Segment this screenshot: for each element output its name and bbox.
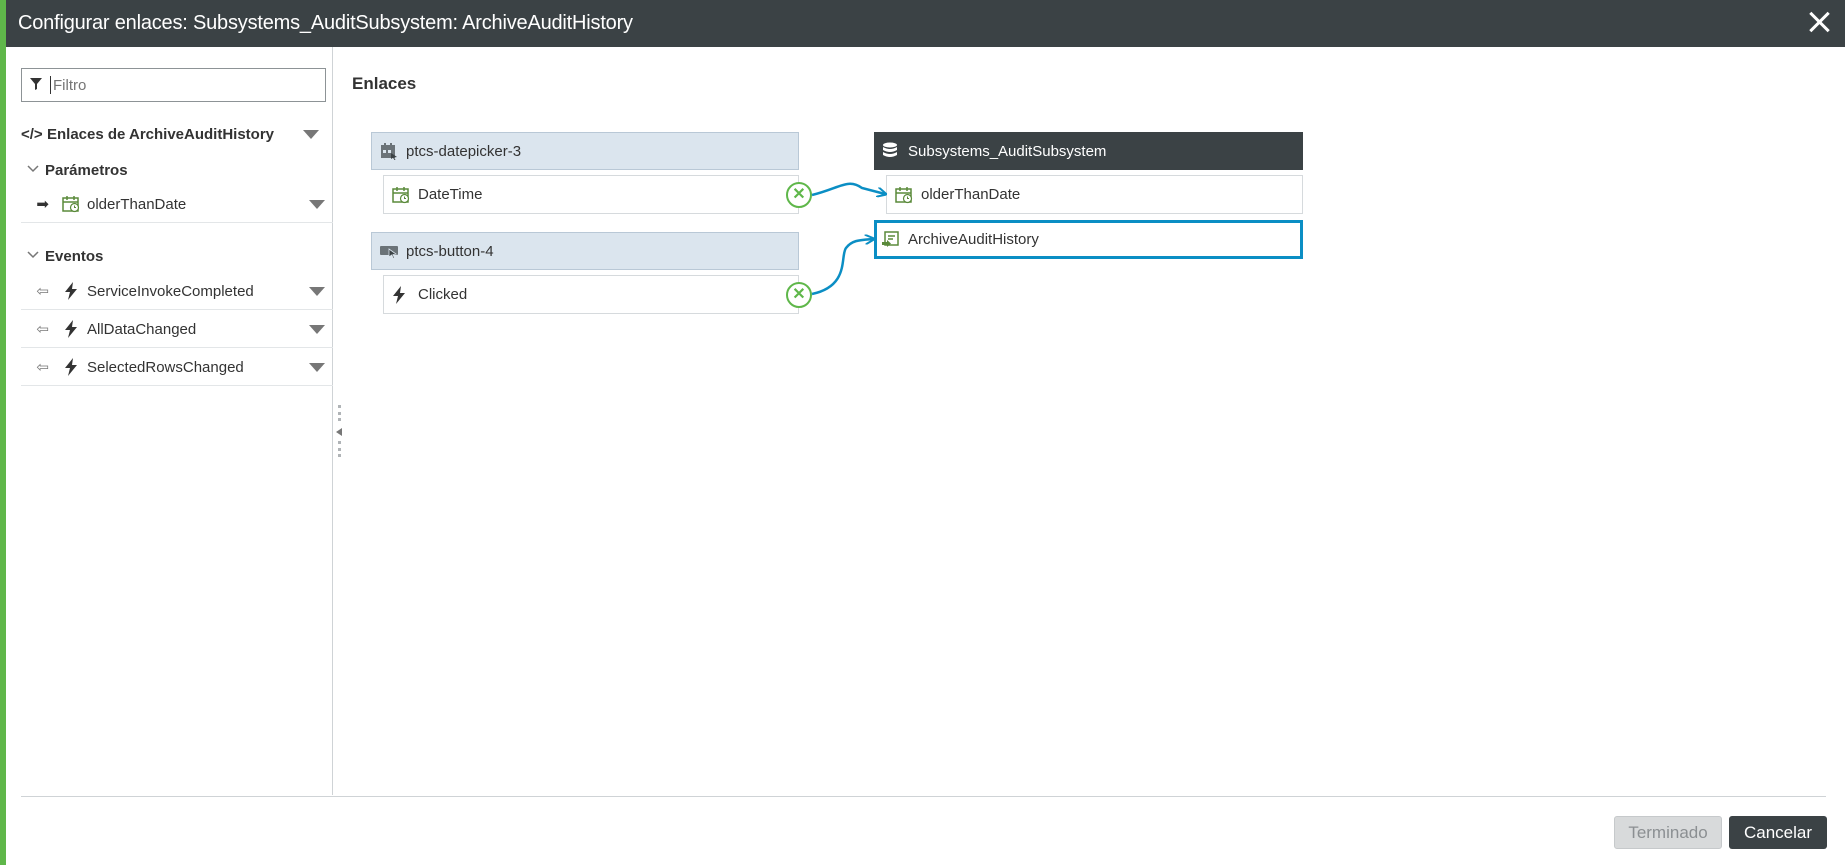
lightning-icon bbox=[59, 320, 83, 338]
lightning-icon bbox=[392, 285, 418, 304]
database-icon bbox=[882, 142, 908, 160]
event-row-serviceinvokecompleted[interactable]: ⇦ ServiceInvokeCompleted bbox=[21, 273, 333, 310]
dropdown-triangle-icon[interactable] bbox=[309, 363, 325, 372]
dropdown-triangle-icon[interactable] bbox=[303, 130, 319, 139]
event-row-alldatachanged[interactable]: ⇦ AllDataChanged bbox=[21, 311, 333, 348]
source-property-datetime[interactable]: DateTime bbox=[383, 175, 799, 214]
arrow-left-icon: ⇦ bbox=[36, 359, 49, 376]
dropdown-triangle-icon[interactable] bbox=[309, 200, 325, 209]
target-entity-header: Subsystems_AuditSubsystem bbox=[874, 132, 1303, 170]
dialog-title: Configurar enlaces: Subsystems_AuditSubs… bbox=[18, 12, 633, 34]
arrow-left-icon: ⇦ bbox=[36, 321, 49, 338]
target-entity-name: Subsystems_AuditSubsystem bbox=[908, 142, 1107, 160]
arrow-left-icon: ⇦ bbox=[36, 283, 49, 300]
footer-divider bbox=[21, 796, 1826, 797]
filter-box[interactable] bbox=[21, 68, 326, 102]
source-widget-name: ptcs-button-4 bbox=[406, 242, 494, 260]
target-service-archiveaudithistory[interactable]: ArchiveAuditHistory bbox=[874, 220, 1303, 259]
param-label: olderThanDate bbox=[87, 195, 187, 213]
event-label: ServiceInvokeCompleted bbox=[87, 282, 254, 300]
dropdown-triangle-icon[interactable] bbox=[309, 287, 325, 296]
source-widget-button[interactable]: ptcs-button-4 bbox=[371, 232, 799, 270]
bindings-tree-title: Enlaces de ArchiveAuditHistory bbox=[47, 125, 275, 143]
target-param-olderthandate[interactable]: olderThanDate bbox=[886, 175, 1303, 214]
datepicker-widget-icon bbox=[380, 142, 406, 160]
lightning-icon bbox=[59, 358, 83, 376]
source-event-clicked[interactable]: Clicked bbox=[383, 275, 799, 314]
event-label: SelectedRowsChanged bbox=[87, 358, 244, 376]
button-widget-icon bbox=[380, 243, 406, 259]
panel-splitter-handle[interactable] bbox=[336, 405, 344, 460]
filter-icon bbox=[22, 77, 50, 93]
params-section-label: Parámetros bbox=[45, 161, 128, 179]
bindings-tree-header[interactable]: </> Enlaces de ArchiveAuditHistory bbox=[21, 120, 327, 148]
param-row-olderthandate[interactable]: ➡ olderThanDate bbox=[21, 186, 333, 223]
lightning-icon bbox=[59, 282, 83, 300]
source-widget-datepicker[interactable]: ptcs-datepicker-3 bbox=[371, 132, 799, 170]
close-icon[interactable] bbox=[1805, 7, 1835, 37]
arrow-right-icon: ➡ bbox=[36, 196, 49, 213]
event-row-selectedrowschanged[interactable]: ⇦ SelectedRowsChanged bbox=[21, 349, 333, 386]
datetime-icon bbox=[895, 186, 921, 204]
chevron-down-icon bbox=[27, 164, 45, 176]
service-icon bbox=[882, 230, 908, 249]
source-event-label: Clicked bbox=[418, 286, 468, 303]
events-section-header[interactable]: Eventos bbox=[27, 244, 393, 268]
dialog-titlebar: Configurar enlaces: Subsystems_AuditSubs… bbox=[6, 0, 1845, 47]
left-panel: </> Enlaces de ArchiveAuditHistory Parám… bbox=[15, 47, 393, 795]
filter-input[interactable] bbox=[50, 76, 310, 94]
source-property-label: DateTime bbox=[418, 186, 483, 203]
events-section-label: Eventos bbox=[45, 247, 104, 265]
dropdown-triangle-icon[interactable] bbox=[309, 325, 325, 334]
cancel-button[interactable]: Cancelar bbox=[1729, 816, 1827, 849]
main-section-title: Enlaces bbox=[352, 74, 417, 93]
datetime-icon bbox=[59, 195, 83, 213]
event-label: AllDataChanged bbox=[87, 320, 197, 338]
datetime-icon bbox=[392, 186, 418, 204]
target-service-label: ArchiveAuditHistory bbox=[908, 231, 1039, 248]
params-section-header[interactable]: Parámetros bbox=[27, 158, 128, 182]
done-button[interactable]: Terminado bbox=[1614, 816, 1722, 849]
source-widget-name: ptcs-datepicker-3 bbox=[406, 142, 522, 160]
target-param-label: olderThanDate bbox=[921, 186, 1021, 203]
remove-binding-icon[interactable]: ✕ bbox=[786, 282, 812, 308]
remove-binding-icon[interactable]: ✕ bbox=[786, 182, 812, 208]
chevron-down-icon bbox=[27, 250, 45, 262]
code-icon: </> bbox=[21, 125, 43, 143]
